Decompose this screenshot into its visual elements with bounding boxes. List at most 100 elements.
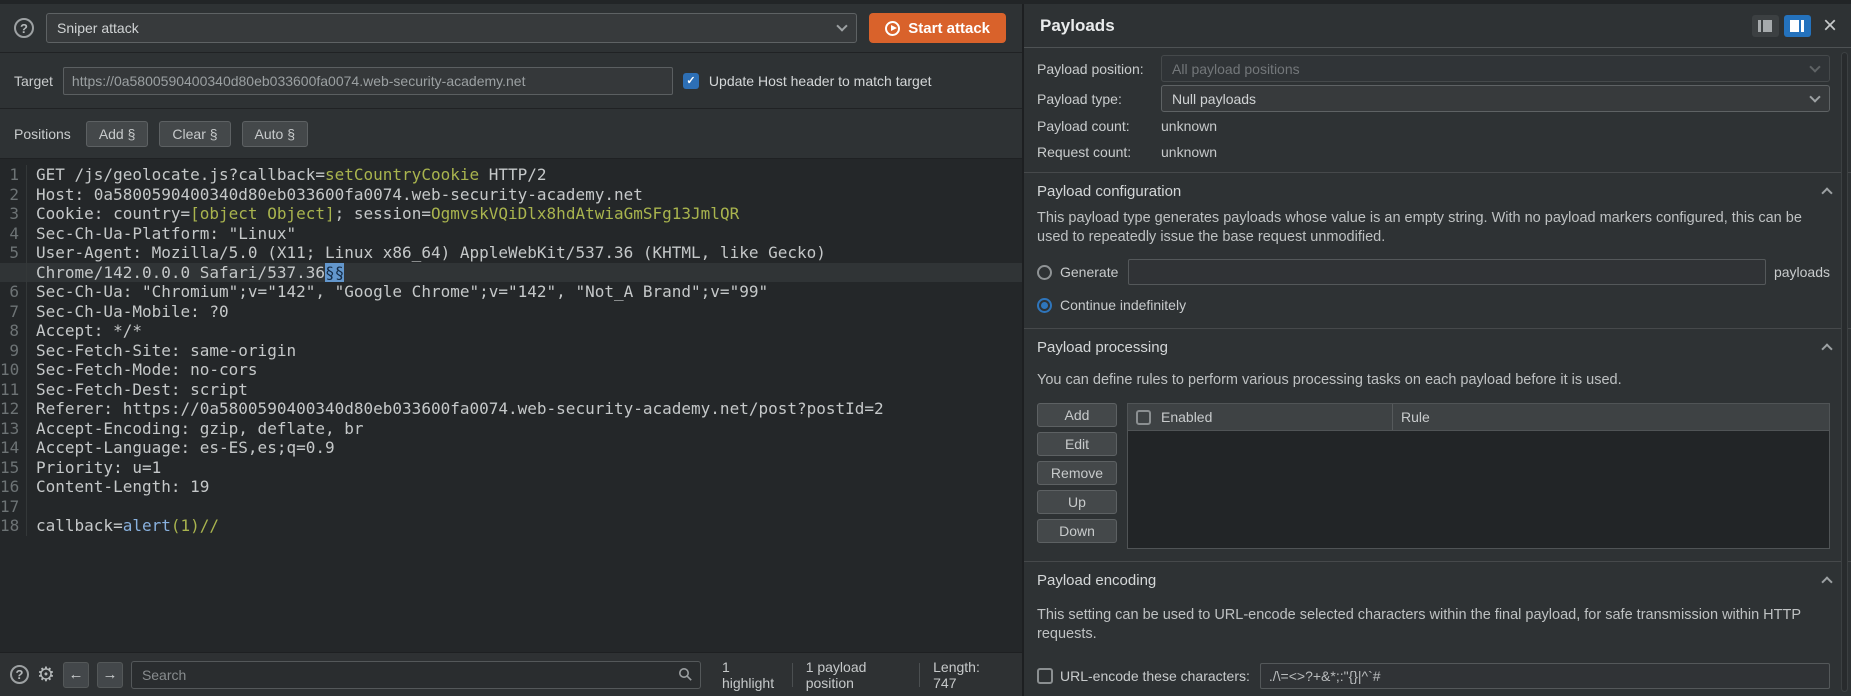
line-number: 14 [0, 438, 27, 458]
payload-count-row: Payload count: unknown [1037, 114, 1830, 138]
processing-edit-button[interactable]: Edit [1037, 432, 1117, 456]
search-input[interactable] [131, 661, 701, 689]
enabled-column-checkbox[interactable] [1136, 410, 1151, 425]
line-text: Sec-Ch-Ua-Mobile: ?0 [27, 302, 229, 322]
code-line: 13Accept-Encoding: gzip, deflate, br [0, 419, 1022, 439]
line-number: 15 [0, 458, 27, 478]
close-icon[interactable]: × [1823, 16, 1837, 36]
play-icon [885, 21, 900, 36]
attack-type-select[interactable]: Sniper attack [46, 13, 857, 43]
continue-indefinitely-radio[interactable] [1037, 298, 1052, 313]
line-number: 11 [0, 380, 27, 400]
code-line: 3Cookie: country=[object Object]; sessio… [0, 204, 1022, 224]
collapse-chevron-icon[interactable] [1821, 187, 1832, 198]
collapse-chevron-icon[interactable] [1821, 576, 1832, 587]
target-url-input[interactable] [63, 67, 673, 95]
line-text: callback=alert(1)// [27, 516, 219, 536]
payload-encoding-header[interactable]: Payload encoding [1024, 564, 1851, 596]
generate-label: Generate [1060, 264, 1118, 280]
line-text: Host: 0a5800590400340d80eb033600fa0074.w… [27, 185, 643, 205]
line-number: 1 [0, 165, 27, 185]
processing-up-button[interactable]: Up [1037, 490, 1117, 514]
positions-toolbar: Positions Add § Clear § Auto § [0, 109, 1022, 159]
processing-rules-table-body[interactable] [1128, 431, 1829, 548]
request-length: Length: 747 [920, 659, 1012, 691]
line-text: Content-Length: 19 [27, 477, 209, 497]
collapse-chevron-icon[interactable] [1821, 343, 1832, 354]
url-encode-row: URL-encode these characters: [1024, 663, 1851, 689]
code-line: 11Sec-Fetch-Dest: script [0, 380, 1022, 400]
update-host-checkbox[interactable]: ✓ [683, 73, 699, 89]
positions-label: Positions [14, 126, 71, 142]
processing-add-button[interactable]: Add [1037, 403, 1117, 427]
help-icon[interactable]: ? [14, 18, 34, 38]
generate-count-input[interactable] [1128, 259, 1766, 285]
generate-radio[interactable] [1037, 265, 1052, 280]
request-count-value: unknown [1161, 144, 1217, 160]
enabled-column-header: Enabled [1128, 404, 1393, 430]
payload-encoding-description: This setting can be used to URL-encode s… [1024, 604, 1851, 644]
payload-processing-body: Add Edit Remove Up Down Enabled Rule [1024, 403, 1851, 549]
line-text: Sec-Fetch-Dest: script [27, 380, 248, 400]
add-marker-button[interactable]: Add § [86, 121, 149, 147]
url-encode-characters-input[interactable] [1260, 663, 1830, 689]
line-number: 8 [0, 321, 27, 341]
payload-processing-header[interactable]: Payload processing [1024, 331, 1851, 363]
payload-encoding-title: Payload encoding [1037, 572, 1823, 589]
line-text: User-Agent: Mozilla/5.0 (X11; Linux x86_… [27, 243, 826, 263]
code-line: 10Sec-Fetch-Mode: no-cors [0, 360, 1022, 380]
clear-markers-button[interactable]: Clear § [159, 121, 230, 147]
request-editor[interactable]: 1GET /js/geolocate.js?callback=setCountr… [0, 159, 1022, 652]
chevron-down-icon [1809, 91, 1820, 102]
rule-column-label: Rule [1393, 409, 1430, 425]
gear-icon[interactable]: ⚙ [37, 662, 55, 687]
request-editor-code: 1GET /js/geolocate.js?callback=setCountr… [0, 165, 1022, 536]
maximize-layout-button[interactable] [1784, 15, 1811, 37]
attack-config-panel: ? Sniper attack Start attack Target ✓ Up… [0, 4, 1024, 696]
back-arrow-button[interactable]: ← [63, 662, 89, 688]
line-text: GET /js/geolocate.js?callback=setCountry… [27, 165, 547, 185]
url-encode-checkbox[interactable] [1037, 668, 1053, 684]
payload-type-select[interactable]: Null payloads [1161, 85, 1830, 112]
start-attack-button[interactable]: Start attack [869, 13, 1006, 43]
line-number: 18 [0, 516, 27, 536]
target-label: Target [14, 73, 53, 89]
processing-down-button[interactable]: Down [1037, 519, 1117, 543]
request-count-row: Request count: unknown [1037, 140, 1830, 164]
line-number: 12 [0, 399, 27, 419]
generate-row: Generate payloads [1024, 259, 1851, 285]
payload-type-row: Payload type: Null payloads [1037, 85, 1830, 112]
chevron-down-icon [837, 20, 848, 31]
burp-intruder-window: ? Sniper attack Start attack Target ✓ Up… [0, 0, 1851, 696]
split-layout-button[interactable] [1752, 15, 1779, 37]
line-text: Sec-Fetch-Site: same-origin [27, 341, 296, 361]
payload-count-label: Payload count: [1037, 118, 1161, 134]
processing-remove-button[interactable]: Remove [1037, 461, 1117, 485]
scrollbar[interactable] [1840, 52, 1849, 692]
line-number: 13 [0, 419, 27, 439]
scrollbar-thumb[interactable] [1841, 52, 1848, 692]
code-line: 2Host: 0a5800590400340d80eb033600fa0074.… [0, 185, 1022, 205]
payload-position-value: All payload positions [1172, 61, 1811, 77]
line-number: 4 [0, 224, 27, 244]
line-text: Sec-Fetch-Mode: no-cors [27, 360, 258, 380]
request-count-label: Request count: [1037, 144, 1161, 160]
code-line: 1GET /js/geolocate.js?callback=setCountr… [0, 165, 1022, 185]
line-text: Referer: https://0a5800590400340d80eb033… [27, 399, 884, 419]
line-number: 17 [0, 497, 27, 517]
help-icon[interactable]: ? [10, 665, 29, 684]
code-line: 8Accept: */* [0, 321, 1022, 341]
payload-processing-description: You can define rules to perform various … [1024, 369, 1851, 390]
editor-status-bar: ? ⚙ ← → 1 highlight 1 payload position L… [0, 652, 1022, 696]
payload-configuration-header[interactable]: Payload configuration [1024, 175, 1851, 207]
forward-arrow-button[interactable]: → [97, 662, 123, 688]
payloads-header: Payloads × [1024, 4, 1851, 48]
line-number: 5 [0, 243, 27, 263]
highlight-count: 1 highlight [709, 659, 792, 691]
payload-configuration-description: This payload type generates payloads who… [1024, 207, 1851, 247]
enabled-column-label: Enabled [1161, 409, 1212, 425]
payload-configuration-title: Payload configuration [1037, 183, 1823, 200]
payload-position-select: All payload positions [1161, 55, 1830, 82]
auto-markers-button[interactable]: Auto § [242, 121, 308, 147]
payload-type-value: Null payloads [1172, 91, 1811, 107]
